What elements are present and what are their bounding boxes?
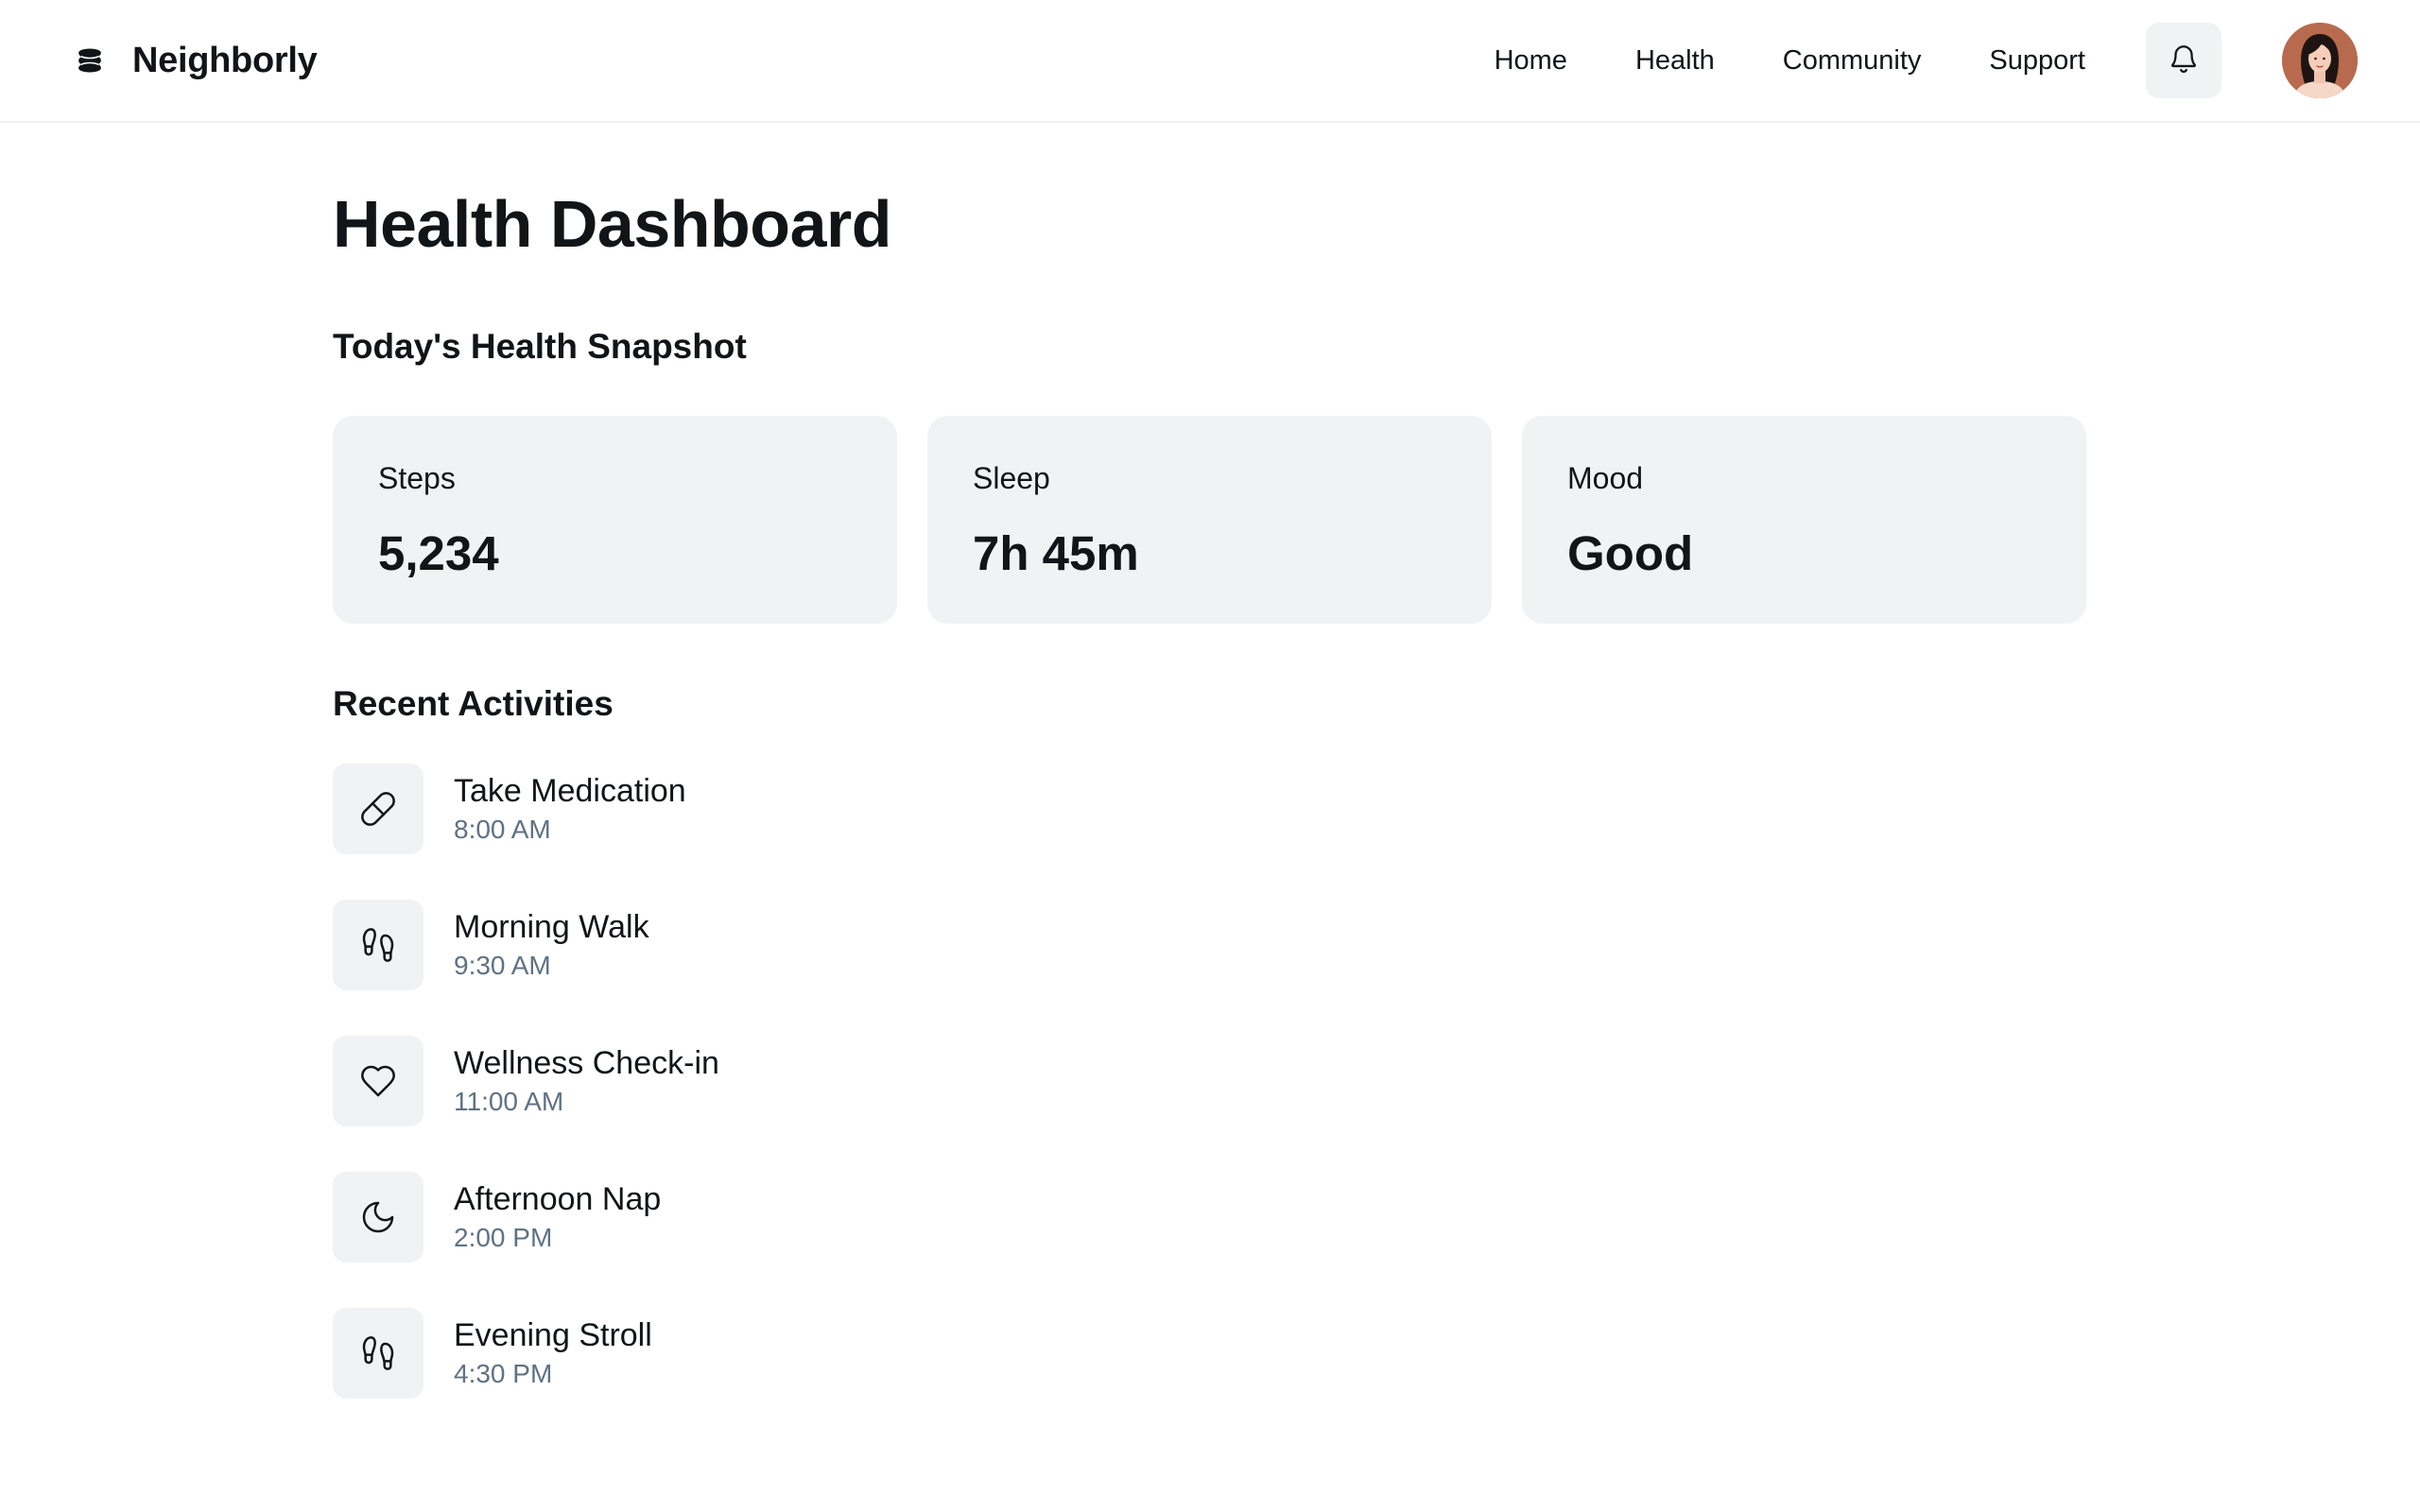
activity-time: 11:00 AM (454, 1086, 564, 1116)
activity-item-morning-walk[interactable]: Morning Walk 9:30 AM (333, 900, 719, 990)
activity-item-take-medication[interactable]: Take Medication 8:00 AM (333, 764, 719, 854)
nav-health[interactable]: Health (1635, 45, 1715, 77)
activity-name: Morning Walk (454, 908, 649, 945)
health-snapshot-cards: Steps 5,234 Sleep 7h 45m Mood Good (333, 416, 2086, 624)
mood-card: Mood Good (1522, 416, 2086, 624)
activity-item-afternoon-nap[interactable]: Afternoon Nap 2:00 PM (333, 1172, 719, 1263)
nav-support[interactable]: Support (1989, 45, 2085, 77)
steps-value: 5,234 (378, 526, 499, 580)
activity-time: 8:00 AM (454, 814, 551, 844)
activity-name: Afternoon Nap (454, 1180, 662, 1217)
sleep-label: Sleep (973, 461, 1050, 495)
nav-home[interactable]: Home (1495, 45, 1567, 77)
main-nav: Home Health Community Support (1495, 45, 2085, 77)
pill-icon (333, 764, 424, 854)
mood-label: Mood (1567, 461, 1644, 495)
activity-name: Wellness Check-in (454, 1044, 719, 1081)
activity-item-evening-stroll[interactable]: Evening Stroll 4:30 PM (333, 1308, 719, 1399)
footprints-icon (333, 1308, 424, 1399)
sleep-value: 7h 45m (973, 526, 1139, 580)
notifications-button[interactable] (2146, 23, 2221, 98)
snapshot-section-title: Today's Health Snapshot (333, 327, 747, 366)
stack-logo-icon (76, 46, 104, 75)
sleep-card: Sleep 7h 45m (927, 416, 1492, 624)
top-navigation-bar: Neighborly Home Health Community Support (0, 0, 2420, 123)
steps-label: Steps (378, 461, 456, 495)
nav-community[interactable]: Community (1783, 45, 1922, 77)
footprints-icon (333, 900, 424, 990)
activity-time: 2:00 PM (454, 1222, 553, 1252)
page-title: Health Dashboard (333, 187, 892, 261)
heart-icon (333, 1036, 424, 1126)
mood-value: Good (1567, 526, 1694, 580)
moon-icon (333, 1172, 424, 1263)
activity-time: 9:30 AM (454, 950, 551, 980)
user-avatar[interactable] (2282, 23, 2358, 98)
activity-time: 4:30 PM (454, 1358, 553, 1388)
activity-list: Take Medication 8:00 AM Morning Walk 9:3… (333, 764, 719, 1444)
brand[interactable]: Neighborly (76, 40, 318, 81)
bell-icon (2168, 43, 2200, 79)
activity-name: Take Medication (454, 772, 686, 809)
activity-item-wellness-check-in[interactable]: Wellness Check-in 11:00 AM (333, 1036, 719, 1126)
activity-name: Evening Stroll (454, 1316, 652, 1353)
steps-card: Steps 5,234 (333, 416, 897, 624)
recent-activities-title: Recent Activities (333, 684, 614, 723)
brand-name: Neighborly (132, 40, 318, 80)
